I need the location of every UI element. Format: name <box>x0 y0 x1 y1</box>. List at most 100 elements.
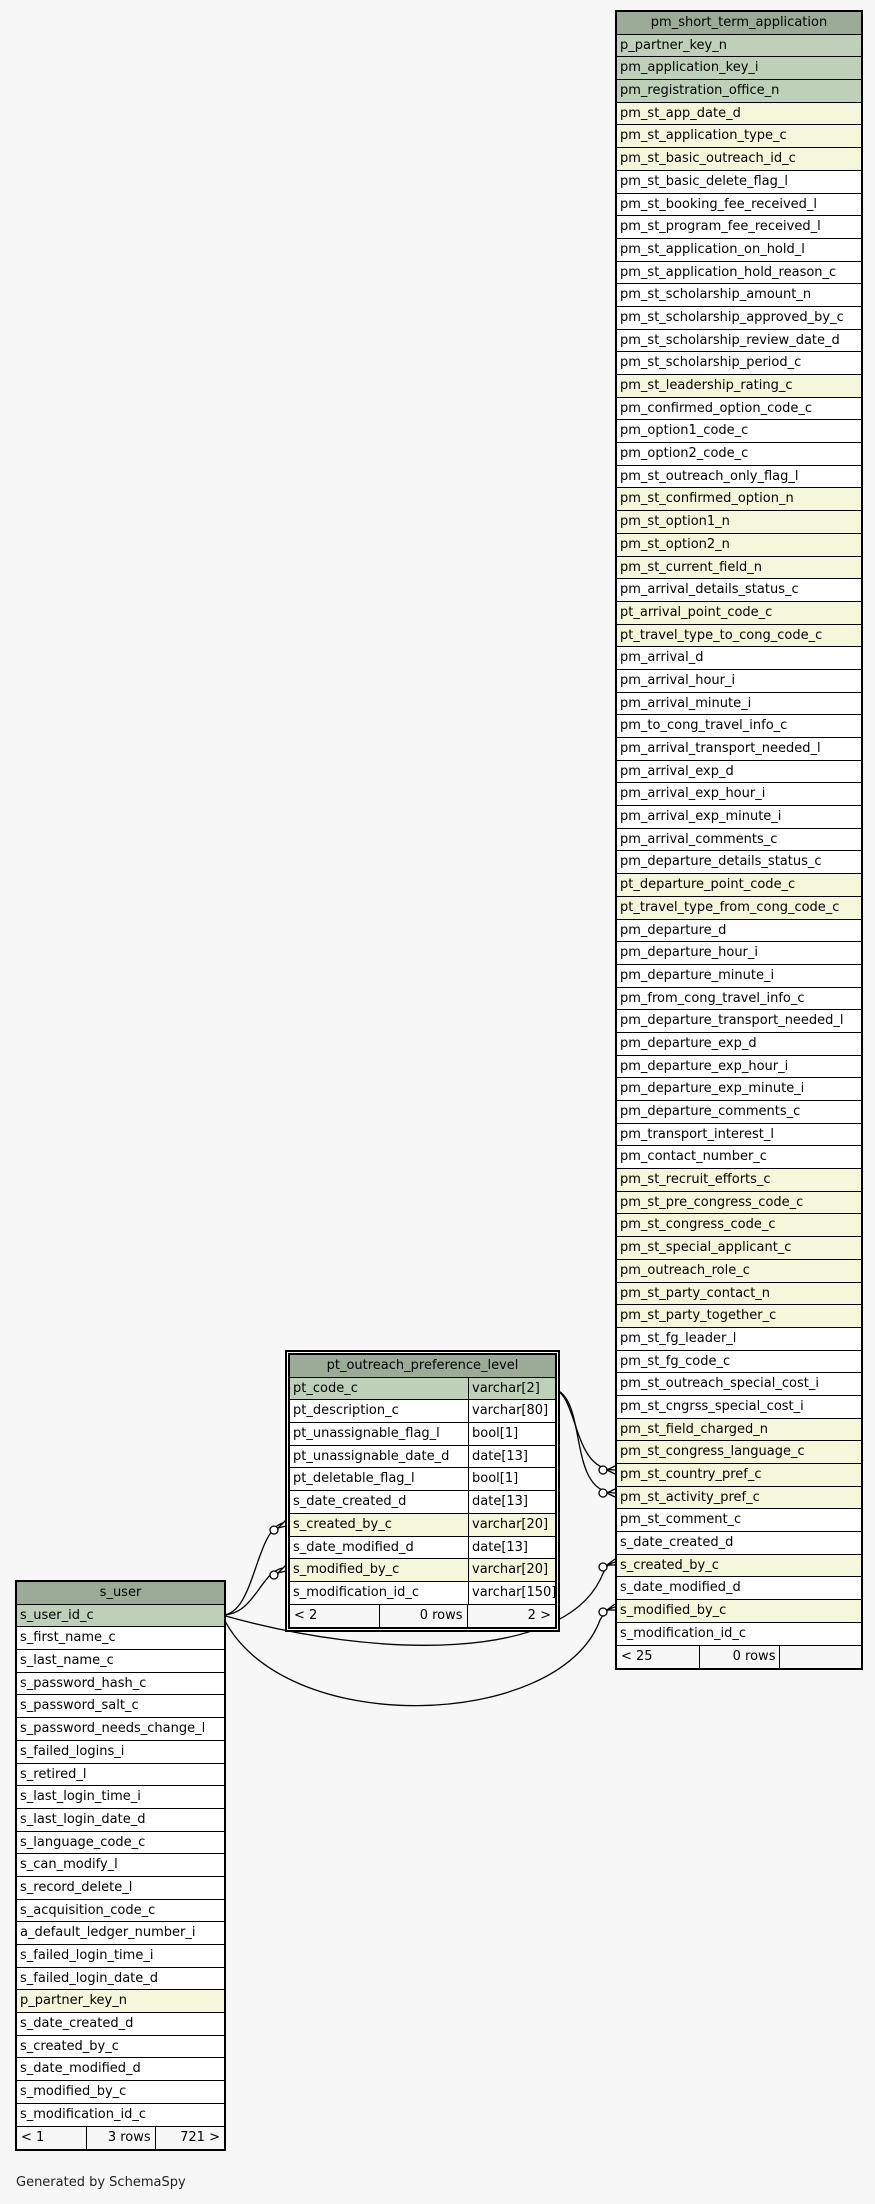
column-row[interactable]: s_failed_login_time_i <box>17 1945 224 1968</box>
column-row[interactable]: pt_travel_type_from_cong_code_c <box>617 896 861 920</box>
column-row[interactable]: pm_option1_code_c <box>617 420 861 444</box>
column-row[interactable]: pm_st_country_pref_c <box>617 1464 861 1487</box>
column-row[interactable]: pm_st_fg_leader_l <box>617 1327 861 1351</box>
column-row[interactable]: pt_departure_point_code_c <box>617 874 861 897</box>
column-row[interactable]: pt_travel_type_to_cong_code_c <box>617 624 861 648</box>
column-row[interactable]: pt_description_c varchar[80] <box>290 1400 555 1424</box>
column-row[interactable]: pt_unassignable_flag_l bool[1] <box>290 1423 555 1446</box>
column-row[interactable]: pm_departure_exp_hour_i <box>617 1055 861 1079</box>
column-row[interactable]: pm_st_party_contact_n <box>617 1282 861 1306</box>
column-row[interactable]: pm_departure_exp_minute_i <box>617 1078 861 1101</box>
column-row[interactable]: pm_st_activity_pref_c <box>617 1486 861 1510</box>
column-row[interactable]: pm_arrival_details_status_c <box>617 579 861 602</box>
column-row[interactable]: pm_st_confirmed_option_n <box>617 488 861 512</box>
column-row[interactable]: s_retired_l <box>17 1763 224 1787</box>
column-row[interactable]: pm_st_scholarship_amount_n <box>617 284 861 307</box>
parent-count[interactable]: < 2 <box>290 1604 381 1628</box>
column-row[interactable]: pm_st_fg_code_c <box>617 1350 861 1374</box>
column-row[interactable]: pm_st_application_on_hold_l <box>617 238 861 262</box>
column-row[interactable]: pm_st_special_applicant_c <box>617 1237 861 1260</box>
table-pm-short-term-application[interactable]: pm_short_term_application p_partner_key_n… <box>615 10 863 1671</box>
column-row[interactable]: pm_st_basic_outreach_id_c <box>617 148 861 171</box>
column-row[interactable]: s_last_name_c <box>17 1650 224 1673</box>
column-row[interactable]: s_modification_id_c varchar[150] <box>290 1581 555 1605</box>
column-row[interactable]: s_date_created_d date[13] <box>290 1491 555 1514</box>
column-row[interactable]: pm_transport_interest_l <box>617 1123 861 1147</box>
column-row[interactable]: s_modified_by_c varchar[20] <box>290 1559 555 1582</box>
column-row[interactable]: pm_st_scholarship_approved_by_c <box>617 306 861 330</box>
column-row[interactable]: pm_st_scholarship_period_c <box>617 352 861 375</box>
table-header[interactable]: s_user <box>17 1582 224 1605</box>
column-row[interactable]: pm_arrival_d <box>617 647 861 670</box>
column-row[interactable]: pm_confirmed_option_code_c <box>617 397 861 421</box>
column-row[interactable]: pm_st_congress_language_c <box>617 1441 861 1464</box>
column-row[interactable]: pm_st_congress_code_c <box>617 1214 861 1238</box>
column-row[interactable]: pm_application_key_i <box>617 57 861 81</box>
column-row[interactable]: pm_st_application_hold_reason_c <box>617 261 861 285</box>
column-row[interactable]: pm_departure_details_status_c <box>617 851 861 875</box>
column-row[interactable]: pm_arrival_exp_minute_i <box>617 806 861 829</box>
column-row[interactable]: s_failed_login_date_d <box>17 1967 224 1991</box>
column-row[interactable]: pm_st_program_fee_received_l <box>617 216 861 239</box>
column-row[interactable]: pm_option2_code_c <box>617 443 861 466</box>
column-row[interactable]: s_created_by_c <box>617 1554 861 1578</box>
column-row[interactable]: s_acquisition_code_c <box>17 1899 224 1923</box>
column-row[interactable]: pm_st_app_date_d <box>617 102 861 126</box>
column-row[interactable]: pm_arrival_exp_d <box>617 760 861 784</box>
parent-count[interactable]: < 1 <box>17 2126 88 2150</box>
column-row[interactable]: s_created_by_c <box>17 2035 224 2059</box>
table-pt-outreach-preference-level[interactable]: pt_outreach_preference_level pt_code_c var… <box>285 1350 560 1633</box>
column-row[interactable]: pm_arrival_hour_i <box>617 669 861 693</box>
column-row[interactable]: pm_st_party_together_c <box>617 1305 861 1328</box>
table-header[interactable]: pm_short_term_application <box>617 12 861 35</box>
column-row[interactable]: a_default_ledger_number_i <box>17 1922 224 1945</box>
column-row[interactable]: s_first_name_c <box>17 1627 224 1651</box>
column-row[interactable]: pm_st_outreach_special_cost_i <box>617 1373 861 1396</box>
column-row[interactable]: pm_st_field_charged_n <box>617 1418 861 1442</box>
column-row[interactable]: s_date_modified_d date[13] <box>290 1536 555 1560</box>
child-count[interactable]: 721 > <box>156 2127 224 2150</box>
column-row[interactable]: s_modified_by_c <box>617 1600 861 1623</box>
column-row[interactable]: s_date_created_d <box>617 1532 861 1555</box>
column-row[interactable]: s_record_delete_l <box>17 1876 224 1900</box>
column-row[interactable]: pt_code_c varchar[2] <box>290 1377 555 1401</box>
column-row[interactable]: pm_st_recruit_efforts_c <box>617 1169 861 1192</box>
column-row[interactable]: pm_st_comment_c <box>617 1509 861 1533</box>
column-row[interactable]: pm_st_current_field_n <box>617 556 861 580</box>
column-row[interactable]: pm_from_cong_travel_info_c <box>617 987 861 1011</box>
column-row[interactable]: pm_st_application_type_c <box>617 125 861 149</box>
column-row[interactable]: pm_departure_transport_needed_l <box>617 1010 861 1033</box>
column-row[interactable]: pt_deletable_flag_l bool[1] <box>290 1468 555 1492</box>
child-count[interactable] <box>780 1646 861 1669</box>
column-row[interactable]: s_date_modified_d <box>617 1577 861 1601</box>
column-row[interactable]: pm_arrival_minute_i <box>617 692 861 716</box>
column-row[interactable]: pm_arrival_transport_needed_l <box>617 738 861 761</box>
column-row[interactable]: pm_arrival_comments_c <box>617 828 861 852</box>
column-row[interactable]: pt_unassignable_date_d date[13] <box>290 1445 555 1469</box>
column-row[interactable]: pm_st_scholarship_review_date_d <box>617 329 861 353</box>
column-row[interactable]: pm_st_outreach_only_flag_l <box>617 465 861 489</box>
column-row[interactable]: pm_st_leadership_rating_c <box>617 375 861 398</box>
column-row[interactable]: s_modified_by_c <box>17 2081 224 2104</box>
column-row[interactable]: pm_registration_office_n <box>617 80 861 103</box>
column-row[interactable]: pm_st_booking_fee_received_l <box>617 193 861 217</box>
column-row[interactable]: s_can_modify_l <box>17 1854 224 1877</box>
column-row[interactable]: p_partner_key_n <box>617 34 861 58</box>
table-s-user[interactable]: s_user s_user_id_c s_first_name_c s_last_na… <box>15 1580 226 2152</box>
column-row[interactable]: s_date_created_d <box>17 2013 224 2036</box>
column-row[interactable]: pm_st_option1_n <box>617 511 861 534</box>
column-row[interactable]: pm_st_option2_n <box>617 533 861 557</box>
column-row[interactable]: s_language_code_c <box>17 1831 224 1855</box>
column-row[interactable]: p_partner_key_n <box>17 1990 224 2014</box>
column-row[interactable]: s_password_hash_c <box>17 1672 224 1696</box>
column-row[interactable]: pm_st_pre_congress_code_c <box>617 1191 861 1215</box>
column-row[interactable]: s_created_by_c varchar[20] <box>290 1513 555 1537</box>
column-row[interactable]: pm_departure_d <box>617 919 861 943</box>
column-row[interactable]: s_last_login_time_i <box>17 1786 224 1809</box>
child-count[interactable]: 2 > <box>468 1605 555 1628</box>
column-row[interactable]: s_password_salt_c <box>17 1695 224 1719</box>
column-row[interactable]: pm_departure_minute_i <box>617 964 861 988</box>
column-row[interactable]: s_password_needs_change_l <box>17 1718 224 1741</box>
column-row[interactable]: pm_contact_number_c <box>617 1146 861 1170</box>
parent-count[interactable]: < 25 <box>617 1645 700 1669</box>
